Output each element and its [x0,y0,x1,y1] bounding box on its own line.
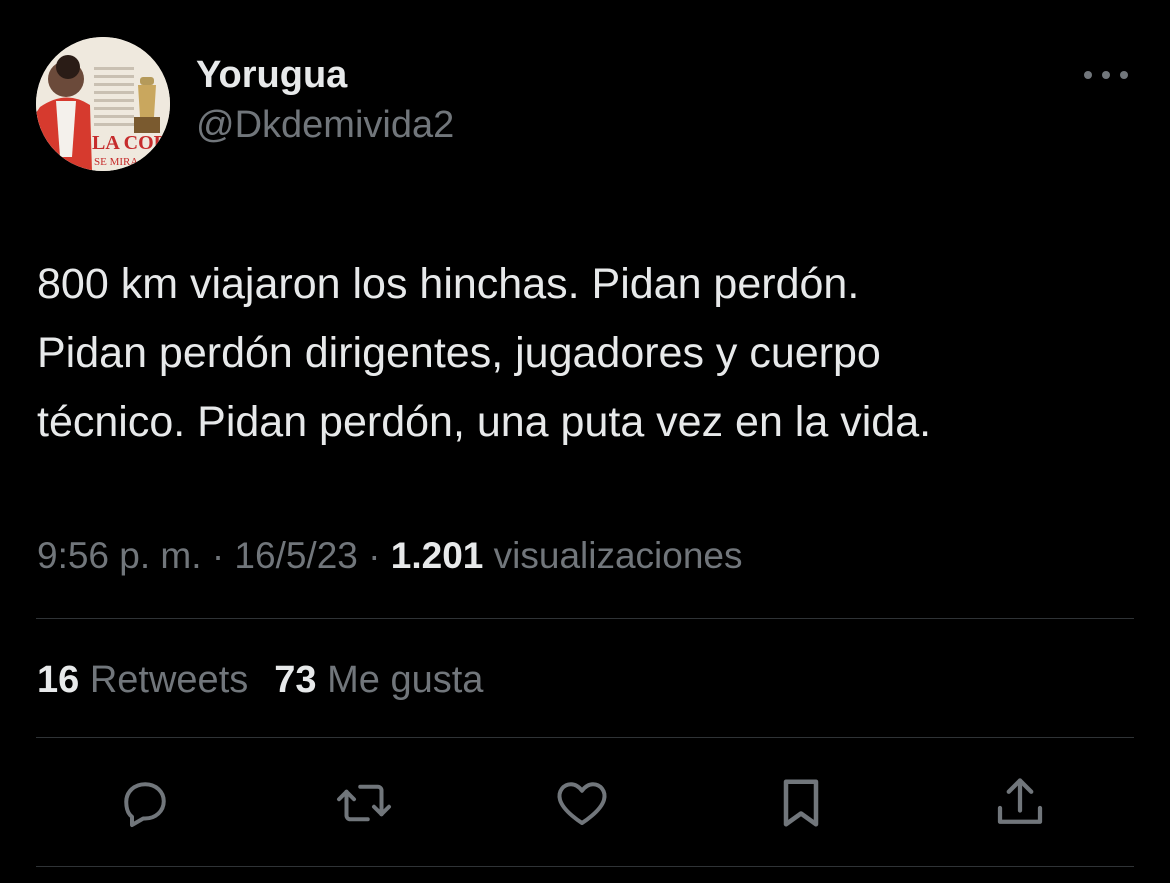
like-button[interactable] [549,770,615,836]
bookmark-icon [783,779,819,827]
more-options-button[interactable] [1084,60,1128,90]
author-info: Yorugua @Dkdemivida2 [196,51,454,151]
share-button[interactable] [987,770,1053,836]
engagement-stats: 16 Retweets 73 Me gusta [37,654,483,706]
likes-count: 73 [274,659,317,701]
tweet-date[interactable]: 16/5/23 [234,535,357,576]
retweets-label: Retweets [89,659,249,701]
retweets-stat[interactable]: 16 Retweets [37,659,248,701]
tweet-text: 800 km viajaron los hinchas. Pidan perdó… [37,260,932,446]
author-display-name[interactable]: Yorugua [196,51,454,99]
divider [36,866,1134,867]
share-icon [997,778,1043,824]
meta-separator: · [368,535,381,576]
reply-icon [124,782,166,827]
meta-separator: · [211,535,225,576]
views-label: visualizaciones [493,535,743,576]
action-bar [0,770,1170,836]
reply-button[interactable] [112,770,178,836]
tweet-detail: LA COP SE MIRA Yorugua @Dkdemivida2 800 … [0,0,1170,883]
retweets-count: 16 [37,659,80,701]
retweet-icon [337,784,391,822]
likes-label: Me gusta [327,659,484,701]
tweet-meta: 9:56 p. m. · 16/5/23 · 1.201 visualizaci… [37,530,743,582]
avatar-image: LA COP SE MIRA [36,37,170,171]
svg-text:SE MIRA: SE MIRA [94,156,138,168]
more-dot [1120,71,1128,79]
more-dot [1102,71,1110,79]
divider [36,618,1134,619]
divider [36,737,1134,738]
more-horizontal-icon [1084,71,1092,79]
tweet-time[interactable]: 9:56 p. m. [37,535,202,576]
avatar-caption: LA COP [92,132,166,154]
views-count: 1.201 [390,535,484,576]
heart-icon [557,782,607,825]
tweet-header: LA COP SE MIRA Yorugua @Dkdemivida2 [36,36,454,172]
author-handle[interactable]: @Dkdemivida2 [196,99,454,151]
likes-stat[interactable]: 73 Me gusta [274,659,483,701]
retweet-button[interactable] [331,770,397,836]
bookmark-button[interactable] [768,770,834,836]
avatar[interactable]: LA COP SE MIRA [36,37,170,171]
